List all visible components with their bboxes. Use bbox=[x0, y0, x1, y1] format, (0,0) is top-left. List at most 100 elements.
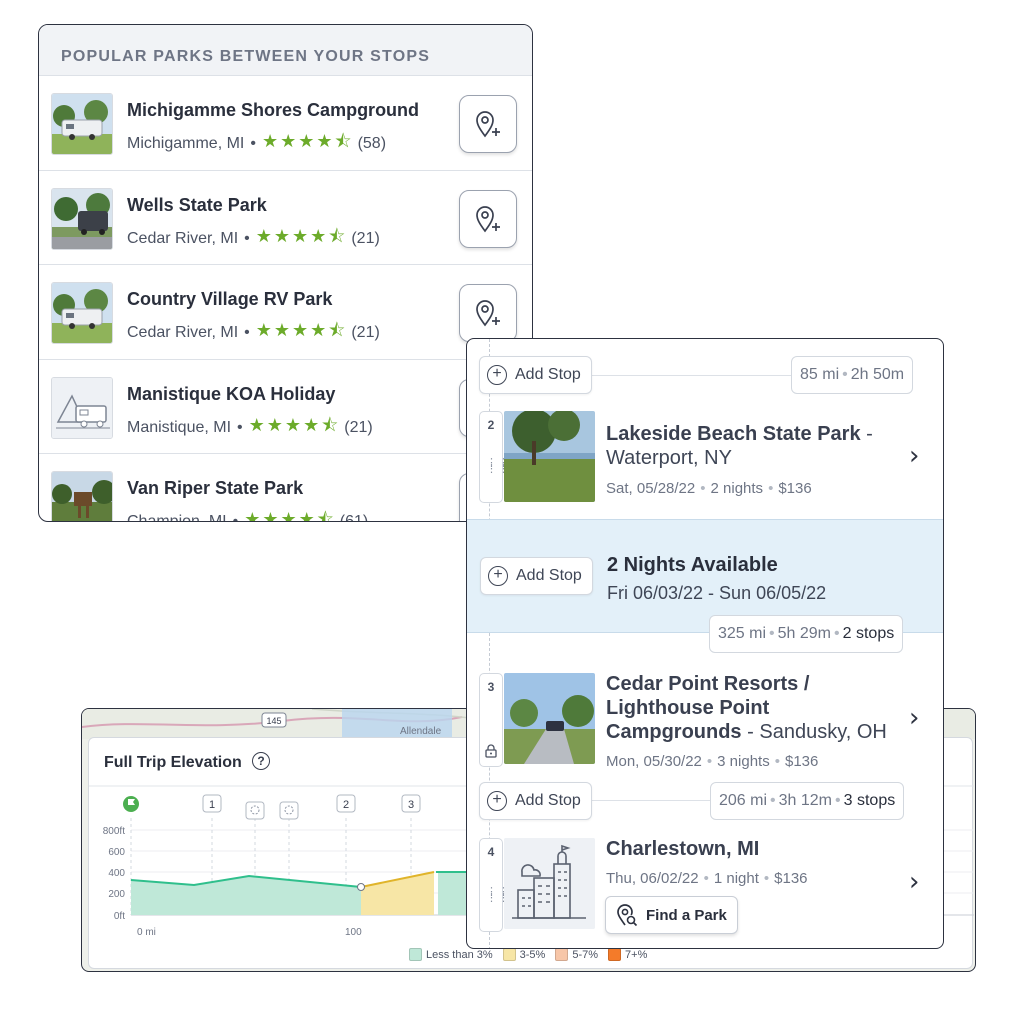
park-name[interactable]: Wells State Park bbox=[127, 195, 267, 216]
stop-marker: 1 bbox=[209, 799, 215, 811]
rating-stars-icon: ★★★★⯪ bbox=[255, 320, 348, 340]
park-location: Champion, MI bbox=[127, 513, 227, 522]
park-name[interactable]: Van Riper State Park bbox=[127, 478, 303, 499]
chevron-right-icon[interactable]: › bbox=[909, 867, 919, 897]
stop-name: Lighthouse Point bbox=[606, 697, 770, 719]
park-location: Cedar River, MI bbox=[127, 229, 239, 247]
rating-stars-icon: ★★★★⯪ bbox=[244, 509, 336, 522]
stop-title[interactable]: Lakeside Beach State Park - Waterport, N… bbox=[606, 422, 906, 470]
chevron-right-icon[interactable]: › bbox=[909, 441, 919, 471]
park-thumbnail bbox=[51, 93, 113, 155]
city-buildings-icon bbox=[504, 838, 595, 929]
park-thumbnail bbox=[51, 282, 113, 344]
stop-date: Sat, 05/28/22 bbox=[606, 480, 696, 497]
stop-name: Cedar Point Resorts / bbox=[606, 673, 810, 695]
park-name[interactable]: Country Village RV Park bbox=[127, 289, 332, 310]
map-pin-plus-icon bbox=[476, 205, 500, 232]
stop-nights: 1 night bbox=[713, 870, 759, 887]
park-row[interactable]: Country Village RV Park Cedar River, MI … bbox=[39, 265, 532, 360]
review-count: (21) bbox=[351, 229, 380, 247]
add-stop-button[interactable]: + Add Stop bbox=[480, 557, 593, 595]
chevron-right-icon[interactable]: › bbox=[909, 703, 919, 733]
stop-price: $136 bbox=[774, 870, 808, 887]
drag-handle[interactable]: 3 bbox=[479, 673, 503, 767]
park-name[interactable]: Manistique KOA Holiday bbox=[127, 384, 335, 405]
plus-circle-icon: + bbox=[488, 566, 508, 586]
popular-parks-panel: POPULAR PARKS BETWEEN YOUR STOPS Michiga… bbox=[38, 24, 533, 522]
park-meta: Cedar River, MI • ★★★★⯪ (21) bbox=[127, 224, 380, 254]
add-park-to-trip-button[interactable] bbox=[459, 189, 517, 248]
drag-handle[interactable]: 2 ⋮⋮ ⋮⋮ bbox=[479, 411, 509, 503]
legend-swatch bbox=[502, 948, 516, 961]
stop-photo bbox=[504, 673, 595, 764]
trip-itinerary-panel: + Add Stop 85 mi • 2h 50m 2 ⋮⋮ ⋮⋮ Lakesid… bbox=[466, 338, 944, 949]
find-a-park-button[interactable]: Find a Park bbox=[605, 896, 738, 934]
add-stop-button[interactable]: + Add Stop bbox=[479, 356, 592, 394]
stop-price: $136 bbox=[784, 753, 819, 770]
map-place-label: Allendale bbox=[400, 726, 442, 737]
legend-item: 5-7% bbox=[555, 948, 598, 961]
y-tick-label: 600 bbox=[108, 847, 125, 858]
stop-title[interactable]: Cedar Point Resorts / Lighthouse Point C… bbox=[606, 672, 916, 744]
park-location: Cedar River, MI bbox=[127, 324, 239, 341]
stop-location: Waterport, NY bbox=[606, 447, 732, 469]
separator-dot: • bbox=[700, 480, 706, 497]
park-row[interactable]: Manistique KOA Holiday Manistique, MI • … bbox=[39, 360, 532, 454]
park-name[interactable]: Michigamme Shores Campground bbox=[127, 100, 419, 121]
parks-header: POPULAR PARKS BETWEEN YOUR STOPS bbox=[39, 25, 532, 76]
leg-time: 2h 50m bbox=[850, 366, 905, 383]
park-meta: Manistique, MI • ★★★★⯪ (21) bbox=[127, 413, 373, 443]
rating-stars-icon: ★★★★⯪ bbox=[248, 414, 341, 435]
park-row[interactable]: Van Riper State Park Champion, MI • ★★★★… bbox=[39, 454, 532, 522]
stop-title[interactable]: Charlestown, MI bbox=[606, 837, 759, 861]
separator-dot: • bbox=[834, 625, 840, 642]
park-thumbnail bbox=[51, 187, 113, 250]
legend-item: 3-5% bbox=[502, 948, 545, 961]
y-tick-label: 400 bbox=[108, 868, 125, 879]
stop-price: $136 bbox=[778, 480, 812, 497]
leg-distance-pill: 325 mi • 5h 29m • 2 stops bbox=[709, 615, 904, 653]
stop-name: Lakeside Beach State Park bbox=[606, 423, 861, 445]
add-stop-button[interactable]: + Add Stop bbox=[479, 782, 592, 820]
park-thumbnail bbox=[51, 376, 113, 439]
park-row[interactable]: Wells State Park Cedar River, MI • ★★★★⯪… bbox=[39, 171, 532, 265]
park-location: Michigamme, MI bbox=[127, 135, 245, 152]
legend-label: 7+% bbox=[625, 948, 648, 961]
stop-details: Thu, 06/02/22 • 1 night • $136 bbox=[606, 870, 808, 887]
stop-date: Mon, 05/30/22 bbox=[606, 753, 702, 770]
available-nights-dates: Fri 06/03/22 - Sun 06/05/22 bbox=[607, 583, 827, 603]
leg-stops: 2 stops bbox=[842, 625, 895, 642]
add-park-to-trip-button[interactable] bbox=[459, 95, 517, 153]
map-pin-plus-icon bbox=[476, 111, 500, 138]
stop-date: Thu, 06/02/22 bbox=[606, 870, 699, 887]
plus-circle-icon: + bbox=[487, 365, 507, 385]
separator-dot: • bbox=[250, 135, 256, 152]
add-stop-label: Add Stop bbox=[516, 567, 582, 584]
stop-marker: 2 bbox=[343, 799, 349, 811]
leg-time: 5h 29m bbox=[777, 625, 832, 642]
leg-stops: 3 stops bbox=[843, 792, 896, 809]
separator-dot: • bbox=[770, 792, 776, 809]
add-park-to-trip-button[interactable] bbox=[459, 284, 517, 342]
leg-miles: 206 mi bbox=[719, 792, 768, 809]
rating-stars-icon: ★★★★⯪ bbox=[261, 131, 354, 151]
leg-distance-pill: 85 mi • 2h 50m bbox=[791, 356, 914, 394]
drag-handle[interactable]: 4 ⋮⋮ ⋮⋮ bbox=[479, 838, 509, 932]
rating-stars-icon: ★★★★⯪ bbox=[255, 225, 348, 246]
x-tick-label: 100 bbox=[345, 927, 362, 938]
find-a-park-label: Find a Park bbox=[646, 906, 727, 924]
review-count: (58) bbox=[357, 135, 387, 152]
park-meta: Champion, MI • ★★★★⯪ (61) bbox=[127, 507, 368, 522]
stop-photo bbox=[504, 411, 595, 502]
stop-photo bbox=[504, 838, 595, 929]
leg-miles: 85 mi bbox=[800, 366, 840, 383]
grade-legend: Less than 3% 3-5% 5-7% 7+% bbox=[409, 948, 657, 961]
park-meta: Michigamme, MI • ★★★★⯪ (58) bbox=[127, 129, 386, 159]
park-row[interactable]: Michigamme Shores Campground Michigamme,… bbox=[39, 76, 532, 171]
separator-dot: • bbox=[244, 324, 250, 341]
review-count: (21) bbox=[344, 418, 373, 436]
separator-dot: • bbox=[842, 366, 848, 383]
park-location: Manistique, MI bbox=[127, 418, 232, 436]
separator-dot: • bbox=[835, 792, 841, 809]
search-location-icon bbox=[617, 904, 638, 927]
